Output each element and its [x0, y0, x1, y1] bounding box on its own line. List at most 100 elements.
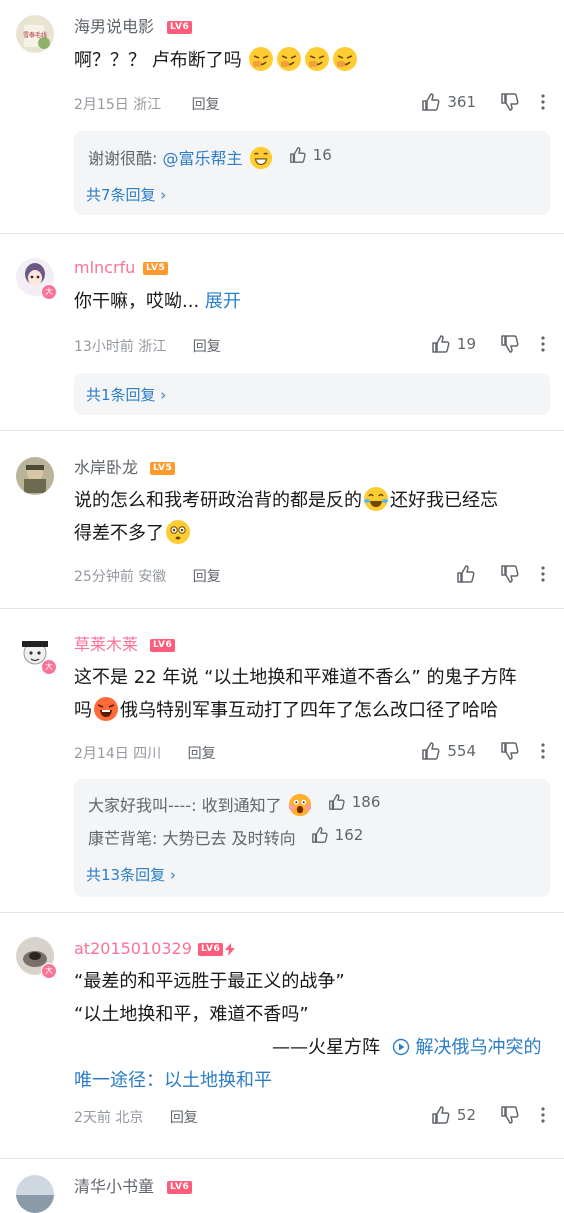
like-count: 361 — [447, 93, 476, 111]
comment-item: 大 at2015010329 LV6 “最差的和平远胜于最正义的战争” “以土地… — [0, 913, 564, 1158]
sub-like-button[interactable]: 186 — [328, 793, 381, 811]
comment-meta: 2天前 北京 回复 — [74, 1107, 198, 1127]
level-badge: LV6 — [167, 1181, 193, 1194]
comment-body: 说的怎么和我考研政治背的都是反的 — [74, 490, 362, 511]
thumb-up-icon — [311, 827, 328, 843]
grin-emoji-icon — [249, 146, 272, 170]
like-count: 186 — [351, 793, 381, 811]
comment-body: “最差的和平远胜于最正义的战争” — [74, 971, 345, 992]
sub-like-button[interactable]: 16 — [289, 146, 332, 164]
comment-text: 这不是 22 年说 “以土地换和平难道不香么” 的鬼子方阵 吗 俄乌特别军事互动打… — [74, 661, 544, 727]
mention-link[interactable]: @富乐帮主 — [162, 149, 242, 168]
view-more-replies-link[interactable]: 共1条回复 › — [86, 384, 166, 405]
thumb-up-icon — [422, 93, 440, 111]
laugh-emoji-icon — [249, 47, 274, 71]
comment-item: 清华小书童 LV6 — [0, 1159, 564, 1213]
vip-badge-icon: 大 — [41, 284, 57, 300]
reply-button[interactable]: 回复 — [193, 339, 221, 355]
lightning-icon — [225, 943, 235, 956]
comment-body: 得差不多了 — [74, 523, 164, 544]
like-count: 16 — [312, 146, 332, 164]
username[interactable]: 清华小书童 — [74, 1177, 154, 1197]
username[interactable]: 海男说电影 — [74, 17, 154, 37]
username[interactable]: at2015010329 — [74, 939, 192, 959]
like-button[interactable]: 19 — [431, 334, 476, 354]
sub-reply-text: 大家好我叫----: 收到通知了 — [88, 796, 282, 815]
comment-body: “以土地换和平，难道不香吗” — [74, 1004, 309, 1025]
shocked-emoji-icon — [288, 793, 311, 817]
reply-preview-box[interactable]: 共1条回复 › — [74, 373, 550, 415]
avatar[interactable]: 雪泰毛线 — [16, 15, 54, 53]
like-button[interactable]: 52 — [431, 1105, 476, 1125]
sub-reply[interactable]: 大家好我叫----: 收到通知了 186 — [88, 792, 380, 817]
comment-actions: 19 — [431, 334, 548, 354]
more-options-icon[interactable] — [538, 334, 548, 354]
more-options-icon[interactable] — [538, 741, 548, 761]
more-options-icon[interactable] — [538, 1105, 548, 1125]
sub-like-button[interactable]: 162 — [311, 826, 363, 844]
comment-text: 说的怎么和我考研政治背的都是反的 还好我已经忘 得差不多了 — [74, 484, 544, 550]
search-keyword-link[interactable]: 唯一途径：以土地换和平 — [74, 1070, 272, 1091]
laugh-emoji-icon — [277, 47, 302, 71]
thumb-down-icon[interactable] — [500, 334, 520, 354]
search-keyword-link[interactable]: 解决俄乌冲突的 — [415, 1037, 541, 1058]
thumb-up-icon — [289, 147, 306, 163]
reply-preview-box[interactable]: 大家好我叫----: 收到通知了 186 康芒背笔: 大势已去 及时转向 162… — [74, 779, 550, 897]
comment-meta: 25分钟前 安徽 回复 — [74, 566, 221, 586]
comment-meta: 2月15日 浙江 回复 — [74, 94, 220, 114]
thumb-up-icon[interactable] — [456, 564, 476, 584]
time-location: 13小时前 浙江 — [74, 339, 167, 355]
comment-actions — [456, 564, 548, 584]
like-count: 19 — [456, 335, 476, 353]
username[interactable]: 草莱木莱 — [74, 635, 138, 655]
thumb-down-icon[interactable] — [500, 564, 520, 584]
thumb-down-icon[interactable] — [500, 1105, 520, 1125]
thumb-down-icon[interactable] — [500, 741, 520, 761]
reply-button[interactable]: 回复 — [192, 97, 220, 113]
sub-reply[interactable]: 康芒背笔: 大势已去 及时转向 162 — [88, 825, 363, 849]
comment-meta: 13小时前 浙江 回复 — [74, 336, 221, 356]
comment-body: 吗 — [74, 700, 92, 721]
flushed-emoji-icon — [166, 520, 190, 544]
reply-preview-box[interactable]: 谢谢很酷: @富乐帮主 16 共7条回复 › — [74, 131, 550, 215]
level-badge: LV5 — [150, 462, 176, 475]
vip-badge-icon: 大 — [41, 659, 57, 675]
sub-reply[interactable]: 谢谢很酷: @富乐帮主 16 — [88, 145, 332, 170]
level-badge: LV6 — [167, 21, 193, 34]
time-location: 2月15日 浙江 — [74, 97, 162, 113]
username[interactable]: mlncrfu — [74, 258, 135, 278]
expand-link[interactable]: 展开 — [205, 291, 241, 312]
comment-text: 你干嘛，哎呦... 展开 — [74, 285, 544, 318]
comment-body: 还好我已经忘 — [390, 490, 498, 511]
reply-button[interactable]: 回复 — [170, 1110, 198, 1126]
reply-button[interactable]: 回复 — [193, 569, 221, 585]
like-button[interactable]: 554 — [421, 741, 476, 761]
avatar[interactable] — [16, 457, 54, 495]
view-more-replies-link[interactable]: 共7条回复 › — [86, 184, 166, 205]
like-count: 554 — [447, 742, 476, 760]
thumb-up-icon — [432, 335, 450, 353]
comment-item: 水岸卧龙 LV5 说的怎么和我考研政治背的都是反的 还好我已经忘 得差不多了 25… — [0, 431, 564, 609]
more-options-icon[interactable] — [538, 564, 548, 584]
time-location: 2天前 北京 — [74, 1110, 144, 1126]
level-badge: LV6 — [198, 943, 224, 956]
time-location: 25分钟前 安徽 — [74, 569, 167, 585]
comment-meta: 2月14日 四川 回复 — [74, 743, 216, 763]
comment-body: 啊？？？ 卢布断了吗 — [74, 50, 242, 71]
time-location: 2月14日 四川 — [74, 746, 162, 762]
reply-button[interactable]: 回复 — [188, 746, 216, 762]
avatar[interactable] — [16, 1175, 54, 1213]
username[interactable]: 水岸卧龙 — [74, 458, 138, 478]
view-more-replies-link[interactable]: 共13条回复 › — [86, 864, 176, 885]
angry-laugh-emoji-icon — [94, 697, 118, 721]
level-badge: LV5 — [143, 262, 169, 275]
vip-badge-icon: 大 — [41, 963, 57, 979]
comment-item: 大 草莱木莱 LV6 这不是 22 年说 “以土地换和平难道不香么” 的鬼子方阵… — [0, 609, 564, 911]
comment-actions: 361 — [421, 92, 548, 112]
like-button[interactable]: 361 — [421, 92, 476, 112]
thumb-down-icon[interactable] — [500, 92, 520, 112]
more-options-icon[interactable] — [538, 92, 548, 112]
thumb-up-icon — [328, 794, 345, 810]
sub-reply-text: 康芒背笔: 大势已去 及时转向 — [88, 829, 296, 848]
play-circle-icon — [392, 1038, 409, 1056]
